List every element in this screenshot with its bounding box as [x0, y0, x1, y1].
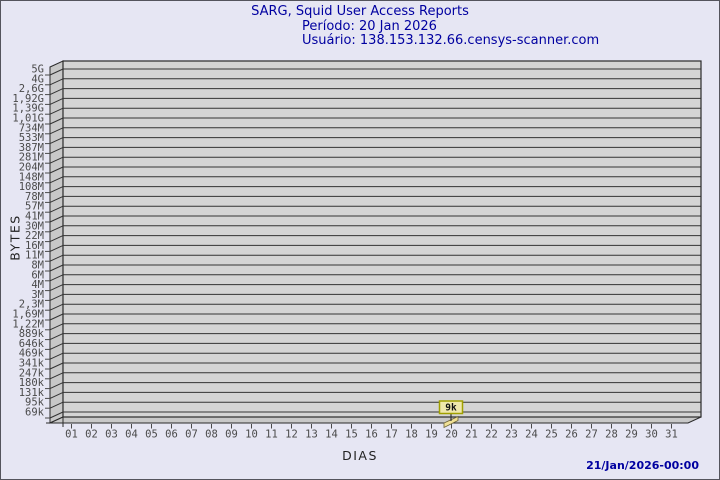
y-tick-label: 69k — [25, 407, 45, 419]
x-tick-label: 04 — [125, 429, 138, 441]
x-tick-label: 26 — [565, 429, 578, 441]
bar-value-label: 9k — [445, 403, 457, 414]
x-tick-label: 11 — [265, 429, 278, 441]
x-tick-label: 13 — [305, 429, 318, 441]
bar-day-20: 9k — [438, 400, 464, 429]
x-tick-label: 01 — [65, 429, 78, 441]
x-tick-label: 07 — [185, 429, 198, 441]
x-tick-label: 31 — [665, 429, 678, 441]
x-tick-label: 27 — [585, 429, 598, 441]
plot-area — [62, 60, 702, 418]
x-tick-label: 29 — [625, 429, 638, 441]
x-tick-label: 02 — [85, 429, 98, 441]
x-tick-label: 05 — [145, 429, 158, 441]
x-tick-label: 20 — [445, 429, 458, 441]
x-tick-label: 22 — [485, 429, 498, 441]
x-tick-label: 30 — [645, 429, 658, 441]
x-tick-label: 17 — [385, 429, 398, 441]
y-axis-title: BYTES — [7, 214, 23, 261]
x-tick-label: 14 — [325, 429, 338, 441]
chart-left-wall — [49, 60, 64, 424]
x-tick-label: 21 — [465, 429, 478, 441]
x-tick-label: 25 — [545, 429, 558, 441]
chart-floor — [49, 416, 702, 424]
x-tick-label: 08 — [205, 429, 218, 441]
x-tick-label: 09 — [225, 429, 238, 441]
x-tick-label: 18 — [405, 429, 418, 441]
x-tick-label: 03 — [105, 429, 118, 441]
x-axis-labels: 01 02 03 04 05 06 07 08 09 10 11 12 13 14 15 16 17 18 19 20… — [65, 429, 678, 441]
x-tick-label: 19 — [425, 429, 438, 441]
x-tick-label: 24 — [525, 429, 538, 441]
x-tick-label: 28 — [605, 429, 618, 441]
generated-timestamp: 21/Jan/2026-00:00 — [586, 459, 699, 472]
x-tick-label: 15 — [345, 429, 358, 441]
x-tick-label: 16 — [365, 429, 378, 441]
x-tick-label: 12 — [285, 429, 298, 441]
x-tick-label: 10 — [245, 429, 258, 441]
x-tick-label: 06 — [165, 429, 178, 441]
bytes-per-day-bar-chart: 5G4G2,6G1,92G1,39G1,01G734M533M387M281M2… — [12, 60, 702, 441]
x-tick-label: 23 — [505, 429, 518, 441]
sarg-report-page: SARG, Squid User Access Reports Período:… — [0, 0, 720, 480]
